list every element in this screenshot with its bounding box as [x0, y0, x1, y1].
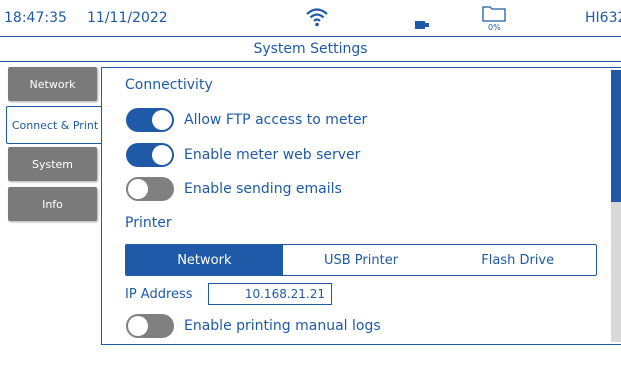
printer-option-flash-drive[interactable]: Flash Drive — [439, 245, 596, 275]
ip-address-label: IP Address — [125, 287, 193, 302]
manual-logs-label: Enable printing manual logs — [184, 318, 381, 334]
manual-logs-row: Enable printing manual logs — [126, 314, 381, 338]
status-bar: 18:47:35 11/11/2022 0% HI632 — [0, 0, 621, 37]
toggle-knob — [128, 316, 148, 336]
wifi-icon — [306, 7, 328, 31]
clock-date: 11/11/2022 — [87, 10, 168, 26]
printer-heading: Printer — [125, 215, 172, 231]
printer-type-selector: Network USB Printer Flash Drive — [125, 244, 597, 276]
send-emails-row: Enable sending emails — [126, 177, 342, 201]
ftp-access-row: Allow FTP access to meter — [126, 108, 367, 132]
ftp-access-toggle[interactable] — [126, 108, 174, 132]
connectivity-heading: Connectivity — [125, 77, 213, 93]
tab-connect-print[interactable]: Connect & Print — [6, 106, 103, 144]
scrollbar-thumb[interactable] — [611, 70, 621, 202]
web-server-row: Enable meter web server — [126, 143, 360, 167]
manual-logs-toggle[interactable] — [126, 314, 174, 338]
page-title: System Settings — [0, 37, 621, 62]
toggle-knob — [152, 110, 172, 130]
toggle-knob — [128, 179, 148, 199]
toggle-knob — [152, 145, 172, 165]
clock-time: 18:47:35 — [4, 10, 67, 26]
tab-info[interactable]: Info — [8, 187, 97, 221]
tab-network[interactable]: Network — [8, 67, 97, 101]
model-name: HI632 — [585, 10, 621, 26]
ftp-access-label: Allow FTP access to meter — [184, 112, 368, 128]
printer-option-network[interactable]: Network — [126, 245, 283, 275]
ip-address-field[interactable]: 10.168.21.21 — [208, 283, 332, 305]
web-server-toggle[interactable] — [126, 143, 174, 167]
send-emails-label: Enable sending emails — [184, 181, 342, 197]
printer-option-usb[interactable]: USB Printer — [283, 245, 440, 275]
storage-percent: 0% — [488, 23, 501, 32]
tab-system[interactable]: System — [8, 147, 97, 181]
send-emails-toggle[interactable] — [126, 177, 174, 201]
usb-icon — [415, 14, 431, 33]
web-server-label: Enable meter web server — [184, 147, 361, 163]
